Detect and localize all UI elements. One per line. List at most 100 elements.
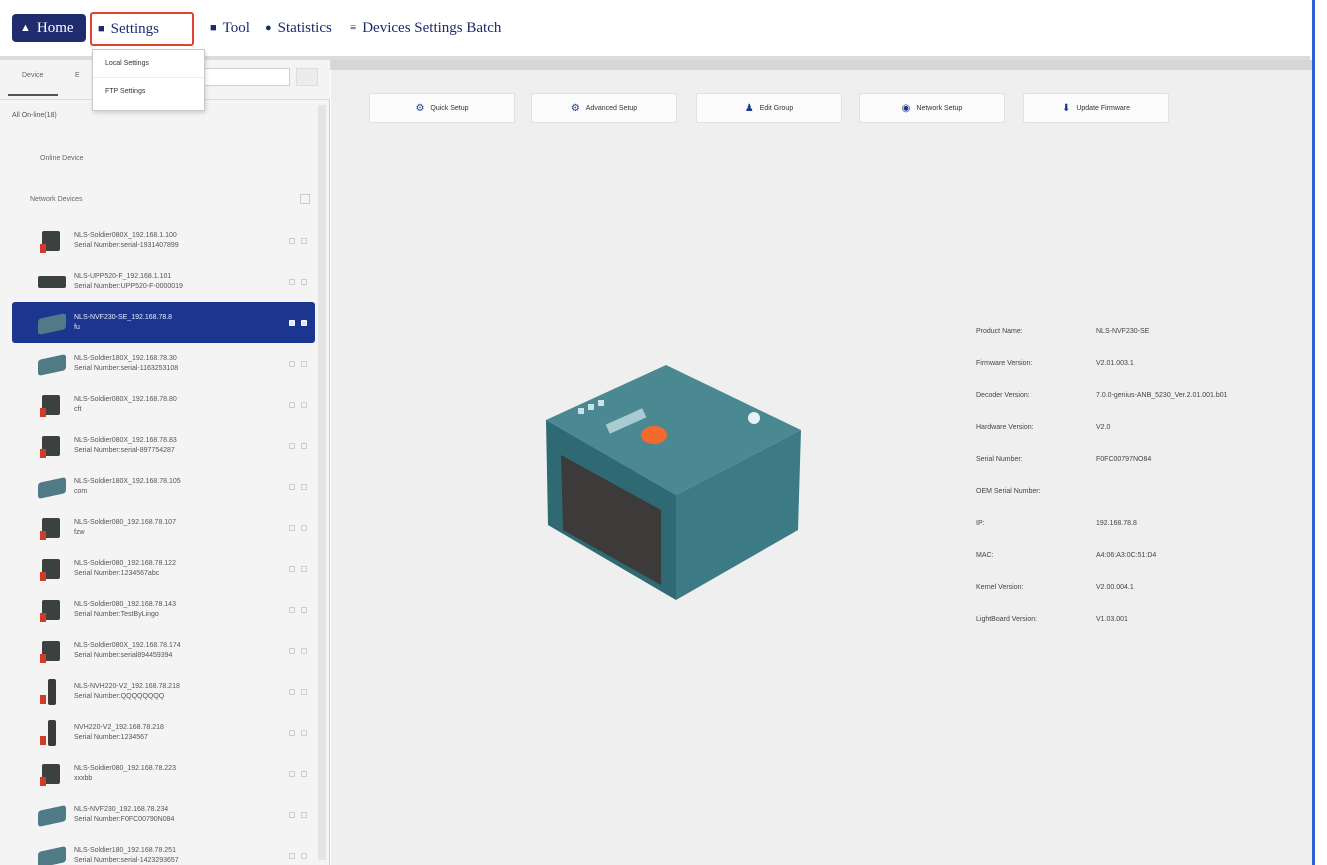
- device-thumbnail-icon: [38, 556, 66, 582]
- device-list-text: NLS-Soldier080X_192.168.78.174 Serial Num…: [74, 641, 285, 661]
- device-list-item[interactable]: NLS-Soldier080X_192.168.1.100 Serial Numb…: [12, 220, 315, 261]
- collapse-icon[interactable]: [300, 194, 310, 204]
- device-link-icon[interactable]: [301, 647, 307, 654]
- list-icon: ≡: [350, 22, 357, 34]
- device-settings-icon[interactable]: [289, 729, 295, 736]
- device-settings-icon[interactable]: [289, 770, 295, 777]
- device-actions: [285, 770, 315, 777]
- device-serial: Serial Number:TestByLingo: [74, 610, 159, 618]
- device-list-item[interactable]: NLS-UPP520-F_192.168.1.101 Serial Number:…: [12, 261, 315, 302]
- device-link-icon[interactable]: [301, 483, 307, 490]
- info-row: Hardware Version: V2.0: [976, 411, 1316, 443]
- device-settings-icon[interactable]: [289, 688, 295, 695]
- device-actions: [285, 565, 315, 572]
- device-list-text: NLS-Soldier080_192.168.78.143 Serial Numb…: [74, 600, 285, 620]
- tab-secondary[interactable]: E: [75, 72, 80, 79]
- device-link-icon[interactable]: [301, 442, 307, 449]
- device-settings-icon[interactable]: [289, 401, 295, 408]
- search-input[interactable]: [200, 68, 290, 86]
- info-value: V1.03.001: [1096, 615, 1128, 623]
- tree-network-devices[interactable]: Network Devices: [30, 196, 83, 203]
- device-list-item[interactable]: NLS-Soldier080_192.168.78.107 fzw: [12, 507, 315, 548]
- device-name: NLS-Soldier080X_192.168.78.83: [74, 436, 177, 444]
- device-settings-icon[interactable]: [289, 565, 295, 572]
- device-serial: Serial Number:1234567abc: [74, 569, 160, 577]
- device-link-icon[interactable]: [301, 606, 307, 613]
- device-serial: Serial Number:UPP520-F-0000019: [74, 282, 183, 290]
- dropdown-ftp-settings[interactable]: FTP Settings: [93, 77, 204, 104]
- device-list-item[interactable]: NLS-Soldier080X_192.168.78.83 Serial Numb…: [12, 425, 315, 466]
- device-name: NLS-Soldier080_192.168.78.143: [74, 600, 176, 608]
- device-list-item[interactable]: NLS-Soldier180_192.168.78.251 Serial Numb…: [12, 835, 315, 865]
- device-list-item[interactable]: NLS-Soldier180X_192.168.78.105 com: [12, 466, 315, 507]
- device-link-icon[interactable]: [301, 688, 307, 695]
- device-settings-icon[interactable]: [289, 442, 295, 449]
- search-button[interactable]: [296, 68, 318, 86]
- info-row: Product Name: NLS-NVF230-SE: [976, 315, 1316, 347]
- device-settings-icon[interactable]: [289, 278, 295, 285]
- menu-statistics[interactable]: ● Statistics: [265, 14, 332, 42]
- tree-root-all-online[interactable]: All On-line(18): [12, 112, 57, 119]
- menu-tool[interactable]: ■ Tool: [210, 14, 250, 42]
- device-list-item[interactable]: NLS-Soldier180X_192.168.78.30 Serial Numb…: [12, 343, 315, 384]
- device-settings-icon[interactable]: [289, 606, 295, 613]
- device-link-icon[interactable]: [301, 237, 307, 244]
- device-actions: [285, 442, 315, 449]
- menu-bar: ▲ Home ■ Settings ■ Tool ● Statistics ≡ …: [0, 0, 1310, 56]
- device-link-icon[interactable]: [301, 852, 307, 859]
- device-list-item[interactable]: NLS-Soldier080_192.168.78.143 Serial Numb…: [12, 589, 315, 630]
- device-list-text: NLS-Soldier080X_192.168.1.100 Serial Numb…: [74, 231, 285, 251]
- device-link-icon[interactable]: [301, 524, 307, 531]
- network-setup-button[interactable]: ◉ Network Setup: [859, 93, 1005, 123]
- scrollbar[interactable]: [318, 105, 326, 860]
- info-row: Firmware Version: V2.01.003.1: [976, 347, 1316, 379]
- device-serial: cft: [74, 405, 82, 413]
- device-name: NLS-Soldier080X_192.168.78.80: [74, 395, 177, 403]
- menu-tool-label: Tool: [222, 19, 250, 36]
- device-settings-icon[interactable]: [289, 483, 295, 490]
- device-link-icon[interactable]: [301, 565, 307, 572]
- info-row: IP: 192.168.78.8: [976, 507, 1316, 539]
- dropdown-local-settings[interactable]: Local Settings: [93, 50, 204, 77]
- device-list-text: NLS-NVF230_192.168.78.234 Serial Number:F…: [74, 805, 285, 825]
- edit-group-button[interactable]: ♟ Edit Group: [696, 93, 842, 123]
- device-list-item[interactable]: NLS-Soldier080_192.168.78.122 Serial Numb…: [12, 548, 315, 589]
- device-settings-icon[interactable]: [289, 360, 295, 367]
- device-settings-icon[interactable]: [289, 237, 295, 244]
- device-link-icon[interactable]: [301, 729, 307, 736]
- device-settings-icon[interactable]: [289, 647, 295, 654]
- update-firmware-button[interactable]: ⬇ Update Firmware: [1023, 93, 1169, 123]
- device-settings-icon[interactable]: [289, 852, 295, 859]
- device-list-item[interactable]: NLS-NVF230_192.168.78.234 Serial Number:F…: [12, 794, 315, 835]
- device-link-icon[interactable]: [301, 319, 307, 326]
- device-settings-icon[interactable]: [289, 811, 295, 818]
- device-list-item[interactable]: NLS-Soldier080X_192.168.78.80cft: [12, 384, 315, 425]
- device-list-text: NLS-NVH220-V2_192.168.78.218 Serial Numbe…: [74, 682, 285, 702]
- device-list-item[interactable]: NLS-NVF230-SE_192.168.78.8 fu: [12, 302, 315, 343]
- tree-online-device[interactable]: Online Device: [40, 155, 84, 162]
- device-serial: Serial Number:1234567: [74, 733, 148, 741]
- device-list-item[interactable]: NVH220-V2_192.168.78.218 Serial Number:12…: [12, 712, 315, 753]
- menu-home[interactable]: ▲ Home: [12, 14, 86, 42]
- device-settings-icon[interactable]: [289, 319, 295, 326]
- device-logo: [748, 412, 760, 424]
- device-link-icon[interactable]: [301, 278, 307, 285]
- tab-device[interactable]: Device: [22, 72, 43, 79]
- advanced-setup-button[interactable]: ⚙ Advanced Setup: [531, 93, 677, 123]
- device-list-item[interactable]: NLS-Soldier080_192.168.78.223 xxxbb: [12, 753, 315, 794]
- info-value: V2.01.003.1: [1096, 359, 1134, 367]
- device-list-item[interactable]: NLS-NVH220-V2_192.168.78.218 Serial Numbe…: [12, 671, 315, 712]
- device-list-item[interactable]: NLS-Soldier080X_192.168.78.174 Serial Num…: [12, 630, 315, 671]
- device-panel: Device E All On-line(18) Online Device N…: [0, 60, 330, 865]
- device-link-icon[interactable]: [301, 811, 307, 818]
- menu-settings[interactable]: ■ Settings: [90, 12, 194, 46]
- device-actions: [285, 237, 315, 244]
- device-thumbnail-icon: [38, 474, 66, 500]
- device-settings-icon[interactable]: [289, 524, 295, 531]
- device-link-icon[interactable]: [301, 401, 307, 408]
- menu-devices-batch[interactable]: ≡ Devices Settings Batch: [350, 14, 501, 42]
- device-link-icon[interactable]: [301, 770, 307, 777]
- device-link-icon[interactable]: [301, 360, 307, 367]
- device-actions: [285, 811, 315, 818]
- quick-setup-button[interactable]: ⚙ Quick Setup: [369, 93, 515, 123]
